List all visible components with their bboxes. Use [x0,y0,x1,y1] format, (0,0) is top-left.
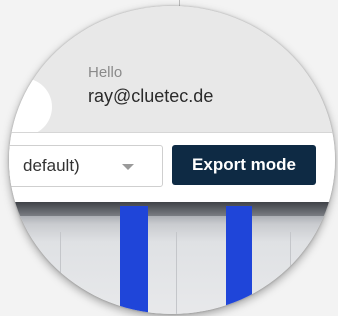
export-mode-button[interactable]: Export mode [172,145,316,185]
magnifier-lens: Hello ray@cluetec.de default) Export mod… [9,6,335,314]
toolbar: default) Export mode [9,132,335,203]
avatar[interactable] [9,78,52,136]
greeting-label: Hello [88,64,123,81]
content-preview [9,202,335,314]
mode-select[interactable]: default) [9,145,163,187]
preview-grid-line [290,232,291,314]
preview-grid-line [60,232,61,314]
user-email: ray@cluetec.de [88,86,214,106]
magnified-canvas: Hello ray@cluetec.de default) Export mod… [9,6,335,314]
preview-stripe [120,206,148,314]
preview-grid-line [176,232,177,314]
mode-select-value: default) [23,156,80,175]
chevron-down-icon [122,164,134,170]
preview-dark-band [9,202,335,216]
user-header: Hello ray@cluetec.de [9,6,335,136]
preview-stripe [226,206,252,314]
